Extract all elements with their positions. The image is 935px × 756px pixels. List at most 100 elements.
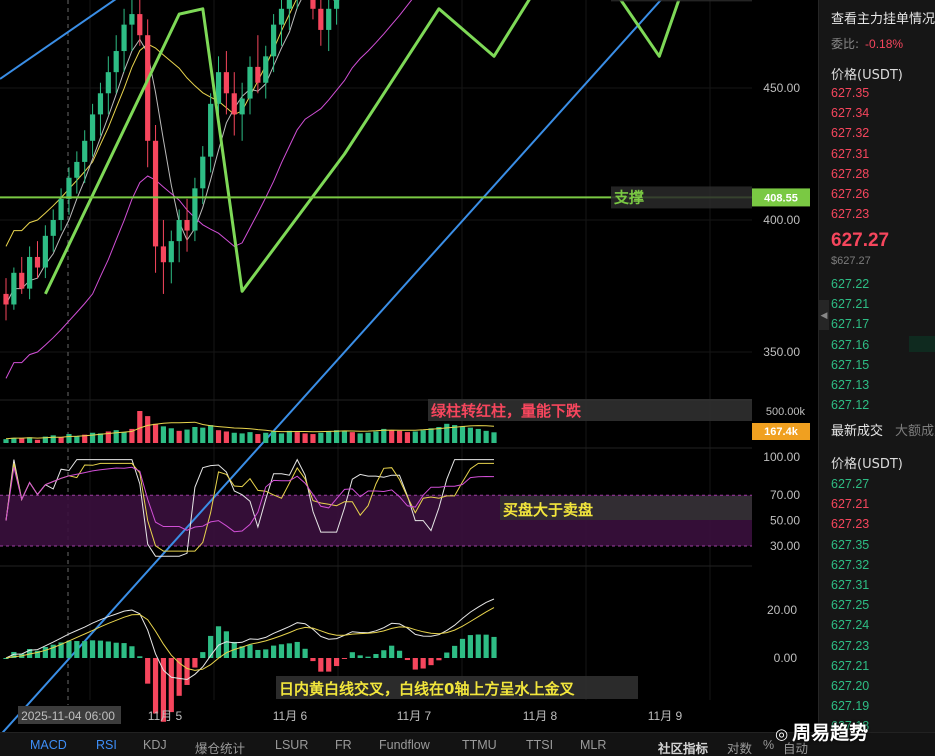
candle-body	[137, 14, 143, 36]
trades-row: 627.27	[831, 477, 870, 491]
order-book-panel: 查看主力挂单情况 委比: -0.18% 价格(USDT) 627.35 627.34…	[818, 0, 935, 756]
volume-axis-tick-label: 500.00k	[766, 406, 806, 418]
candle	[176, 209, 182, 263]
macd-histogram-bar	[349, 652, 355, 658]
ratio-label: 委比:	[831, 37, 860, 51]
volume-bar	[381, 428, 387, 443]
tab-0[interactable]: MACD	[30, 738, 67, 752]
candle-body	[200, 156, 206, 189]
macd-histogram-bar	[365, 656, 371, 658]
moving-average-line	[5, 0, 340, 305]
channel-upper-line	[0, 0, 117, 80]
volume-bar	[168, 428, 174, 443]
tab-5[interactable]: FR	[335, 738, 352, 752]
chart-area[interactable]: 350.00400.00450.00500.00550.00600.00500.…	[0, 0, 818, 732]
volume-current-tag: 167.4k	[752, 423, 810, 440]
candle	[89, 103, 96, 157]
candle-body	[231, 93, 237, 115]
rsi-annotation: 买盘大于卖盘	[503, 501, 593, 519]
price-chart[interactable]: 350.00400.00450.00500.00550.00600.00500.…	[0, 0, 818, 732]
macd-histogram-bar	[97, 640, 104, 658]
volume-bar	[208, 425, 214, 443]
candle	[66, 167, 72, 215]
tab-latest-trades[interactable]: 最新成交	[831, 424, 883, 439]
candle	[3, 278, 9, 321]
volume-bar	[373, 431, 379, 443]
candle-body	[333, 0, 340, 9]
volume-bar	[389, 430, 395, 443]
asks-row: 627.34	[831, 106, 870, 121]
rsi-axis-tick-label: 70.00	[770, 488, 800, 502]
candle-body	[89, 114, 96, 141]
tab-9[interactable]: MLR	[580, 738, 606, 752]
macd-histogram-bar	[444, 652, 450, 658]
key-level-label-bg	[611, 0, 752, 2]
macd-histogram-bar	[286, 643, 292, 658]
candle-body	[3, 293, 9, 305]
trades-row: 627.25	[831, 598, 870, 613]
volume-bar	[239, 433, 245, 443]
tab-1[interactable]: RSI	[96, 738, 117, 752]
candle	[168, 230, 174, 284]
macd-histogram-bar	[452, 645, 458, 658]
macd-histogram-bar	[271, 645, 277, 658]
macd-histogram-bar	[168, 658, 174, 713]
wechat-icon: ◎	[775, 725, 789, 743]
tab-12[interactable]: %	[763, 738, 774, 752]
candle	[113, 35, 119, 94]
volume-bar	[192, 427, 198, 443]
trades-row: 627.21	[831, 658, 870, 673]
bids-row: 627.15	[831, 357, 870, 372]
candle	[145, 19, 151, 168]
channel-lower-line	[1, 0, 663, 732]
volume-bar	[436, 427, 442, 443]
candle	[231, 72, 237, 136]
tab-10[interactable]: 社区指标	[658, 738, 708, 756]
tab-large-trades[interactable]: 大额成交	[895, 424, 935, 439]
volume-bar	[223, 431, 229, 443]
tab-2[interactable]: KDJ	[143, 738, 167, 752]
tab-3[interactable]: 爆仓统计	[195, 738, 245, 756]
candle-body	[239, 98, 245, 115]
tab-6[interactable]: Fundflow	[379, 738, 430, 752]
candle-body	[247, 66, 253, 99]
macd-histogram-bar	[459, 638, 466, 658]
asks-row: 627.28	[831, 166, 870, 181]
volume-bar	[50, 435, 56, 443]
volume-bar	[459, 426, 466, 443]
volume-annotation: 绿柱转红柱，量能下跌	[431, 402, 582, 420]
volume-bar	[184, 429, 190, 443]
tab-4[interactable]: LSUR	[275, 738, 308, 752]
order-ratio: 委比: -0.18%	[831, 35, 903, 52]
macd-histogram-bar	[341, 658, 348, 659]
macd-histogram-bar	[74, 641, 80, 658]
macd-axis-tick-label: 0.00	[774, 651, 798, 665]
volume-bar	[318, 432, 324, 443]
candle-body	[255, 66, 261, 83]
macd-histogram-bar	[396, 650, 403, 658]
tab-8[interactable]: TTSI	[526, 738, 553, 752]
macd-histogram-bar	[294, 641, 300, 658]
trades-row: 627.20	[831, 678, 870, 693]
macd-axis-tick-label: 20.00	[767, 603, 797, 617]
candle	[42, 225, 48, 279]
volume-current-tag-text: 167.4k	[764, 426, 799, 438]
candle-body	[208, 103, 214, 157]
support-price-tag-text: 408.55	[764, 192, 798, 204]
orderbook-title[interactable]: 查看主力挂单情况	[831, 8, 935, 27]
collapse-arrow-icon[interactable]: ◀	[819, 300, 829, 330]
asks-row: 627.23	[831, 207, 870, 222]
candle-body	[74, 161, 80, 178]
volume-bar	[3, 439, 9, 443]
support-label: 支撑	[613, 188, 644, 206]
price-header: 价格(USDT)	[831, 68, 903, 83]
tab-11[interactable]: 对数	[727, 738, 752, 756]
bids-row: 627.22	[831, 277, 870, 291]
candle	[105, 56, 111, 115]
tab-7[interactable]: TTMU	[462, 738, 497, 752]
rsi-axis-tick-label: 50.00	[770, 514, 800, 528]
candle-body	[105, 72, 111, 94]
volume-bar	[152, 423, 159, 443]
candle-body	[42, 235, 48, 268]
volume-bar	[89, 432, 96, 443]
